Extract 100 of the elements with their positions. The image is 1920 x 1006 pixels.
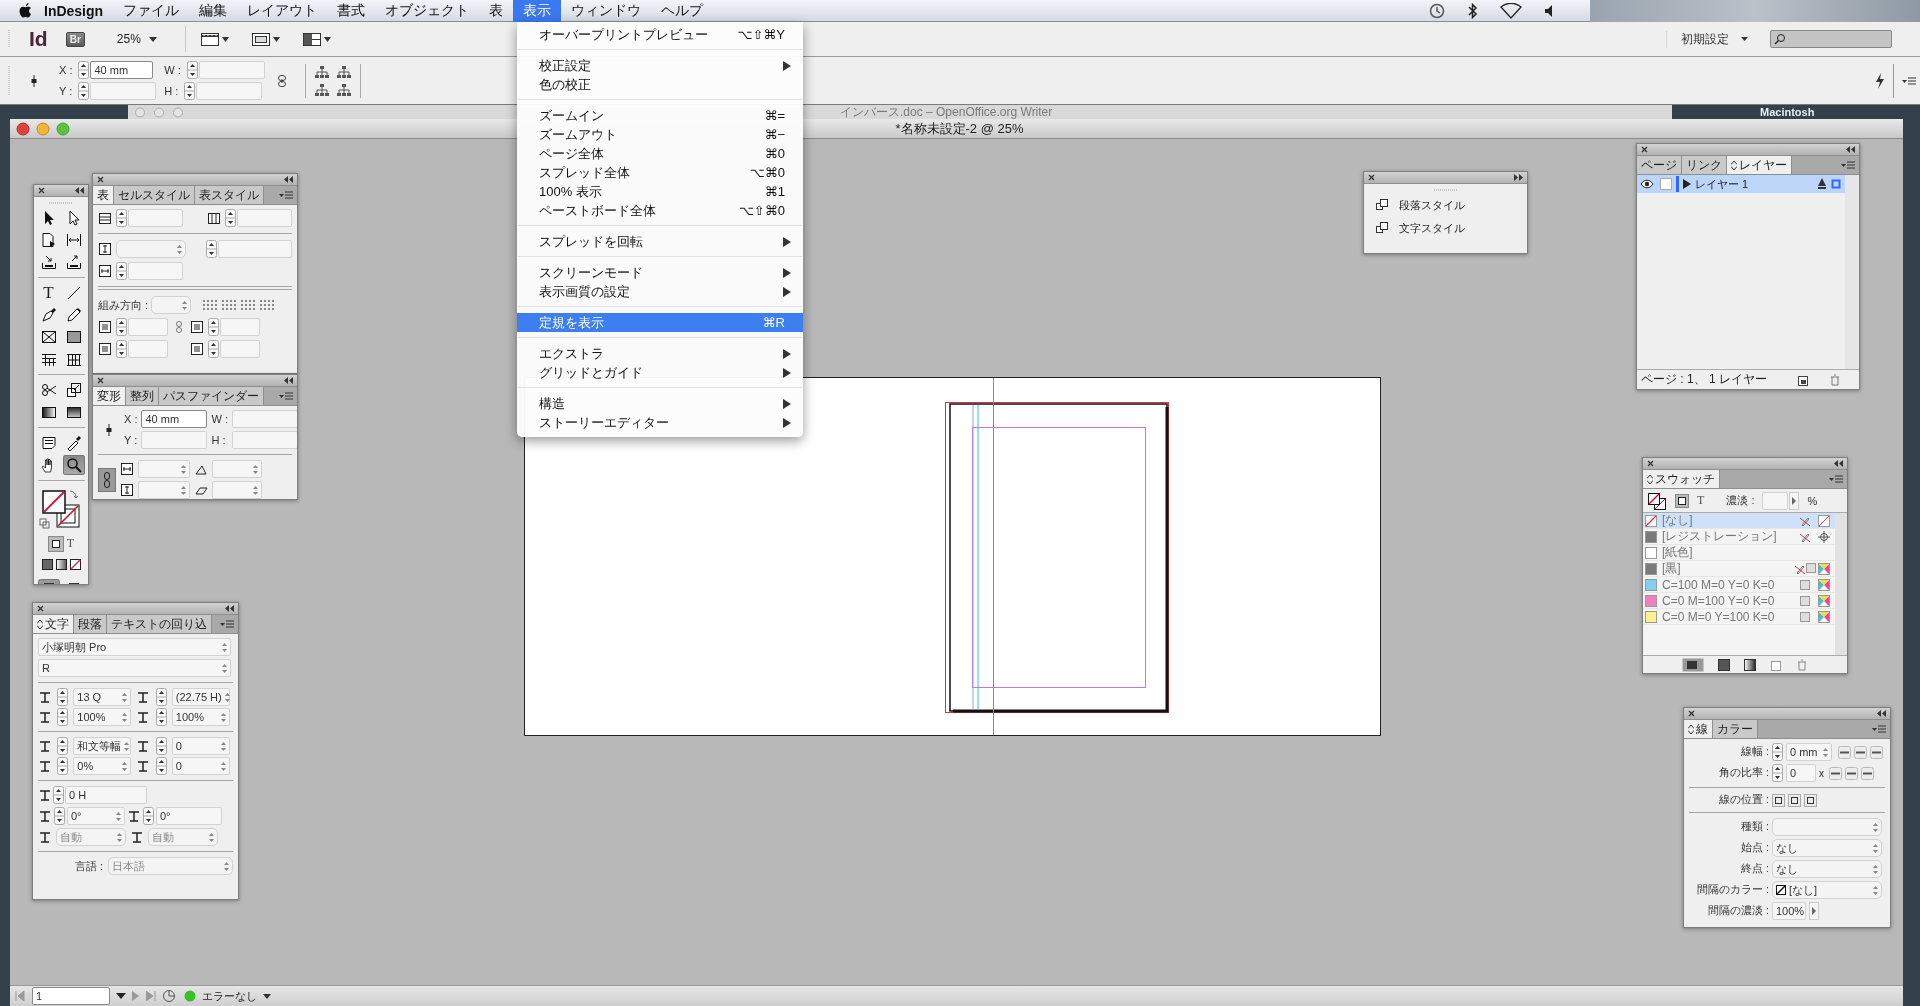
- new-swatch-icon[interactable]: [1770, 658, 1782, 671]
- input-field[interactable]: なし: [1772, 860, 1882, 878]
- input-field[interactable]: 100%: [1772, 902, 1806, 920]
- arrange-button[interactable]: [301, 30, 331, 48]
- close-icon[interactable]: [97, 176, 104, 183]
- input-field[interactable]: [220, 340, 260, 358]
- style-button[interactable]: 文字スタイル: [1399, 220, 1465, 236]
- container-format-icon[interactable]: [47, 536, 64, 552]
- close-icon[interactable]: [1368, 174, 1375, 181]
- stepper[interactable]: [57, 688, 69, 706]
- input-field[interactable]: 0 H: [65, 786, 147, 804]
- collapse-icon[interactable]: [284, 176, 293, 183]
- stepper[interactable]: [155, 737, 167, 755]
- stepper[interactable]: [206, 240, 217, 258]
- collapse-icon[interactable]: [225, 605, 234, 612]
- stepper[interactable]: [57, 708, 69, 726]
- menu-bar-item[interactable]: レイアウト: [237, 0, 328, 22]
- menu-item[interactable]: 色の校正: [517, 75, 803, 94]
- view-options-button[interactable]: [199, 30, 229, 48]
- panel-menu-icon[interactable]: [279, 392, 293, 400]
- stepper[interactable]: [1772, 743, 1783, 761]
- input-field[interactable]: 0: [171, 757, 230, 775]
- input-field[interactable]: [231, 431, 297, 449]
- panel-tab[interactable]: パスファインダー: [159, 387, 264, 405]
- collapse-icon[interactable]: [284, 377, 293, 384]
- panel-tab[interactable]: リンク: [1682, 156, 1727, 174]
- lightning-icon[interactable]: [1875, 72, 1885, 89]
- page-number-field[interactable]: 1: [32, 987, 110, 1005]
- menu-bar-item[interactable]: ファイル: [113, 0, 190, 22]
- input-field[interactable]: なし: [1772, 839, 1882, 857]
- menu-bar-item[interactable]: InDesign: [34, 0, 114, 22]
- panel-menu-icon[interactable]: [279, 191, 293, 199]
- menu-item[interactable]: 表示画質の設定: [517, 282, 803, 301]
- panel-tab[interactable]: スウォッチ: [1643, 470, 1720, 488]
- style-button[interactable]: 段落スタイル: [1399, 197, 1465, 213]
- panel-tab[interactable]: カラー: [1713, 720, 1758, 738]
- stepper[interactable]: [155, 757, 167, 775]
- dropdown-icon[interactable]: [116, 993, 126, 999]
- cap-icon[interactable]: [1838, 745, 1851, 759]
- swatch-row[interactable]: [黒]: [1643, 561, 1835, 577]
- input-field[interactable]: [138, 481, 190, 499]
- swatch-row[interactable]: [紙色]: [1643, 545, 1835, 561]
- collapse-icon[interactable]: [75, 187, 84, 194]
- input-field[interactable]: 100%: [171, 708, 230, 726]
- stepper[interactable]: [184, 82, 196, 100]
- menu-bar-item[interactable]: 表: [479, 0, 514, 22]
- menu-item[interactable]: ペーストボード全体 ⌥⇧⌘0: [517, 201, 803, 220]
- input-field[interactable]: 40 mm: [90, 61, 154, 79]
- menu-item[interactable]: グリッドとガイド: [517, 363, 803, 382]
- eye-icon[interactable]: [1640, 179, 1654, 189]
- input-field[interactable]: (22.75 H): [171, 688, 230, 706]
- stepper[interactable]: [57, 737, 69, 755]
- stepper[interactable]: [78, 61, 90, 79]
- menu-bar-item[interactable]: ウィンドウ: [561, 0, 652, 22]
- stepper[interactable]: [1772, 764, 1783, 782]
- cap-icon[interactable]: [1854, 745, 1867, 759]
- input-field[interactable]: 0°: [67, 807, 125, 825]
- collapse-icon[interactable]: [1846, 146, 1855, 153]
- stepper[interactable]: [208, 340, 219, 358]
- speaker-icon[interactable]: [1544, 3, 1554, 18]
- input-field[interactable]: 0°: [156, 807, 222, 825]
- input-field[interactable]: 0: [171, 737, 230, 755]
- align-center-icon[interactable]: [1772, 793, 1785, 807]
- input-field[interactable]: 0: [1786, 764, 1816, 782]
- join-icon[interactable]: [1829, 766, 1842, 780]
- show-colors-icon[interactable]: [1718, 658, 1730, 671]
- panel-menu-icon[interactable]: [1872, 725, 1886, 733]
- menu-item[interactable]: スクリーンモード: [517, 263, 803, 282]
- close-icon[interactable]: [97, 377, 104, 384]
- layer-row[interactable]: レイヤー 1: [1637, 175, 1845, 193]
- input-field[interactable]: [212, 460, 262, 478]
- menu-bar-item[interactable]: 表示: [513, 0, 562, 22]
- stepper[interactable]: [186, 61, 198, 79]
- menu-item[interactable]: 定規を表示 ⌘R: [517, 313, 803, 332]
- menu-item[interactable]: オーバープリントプレビュー ⌥⇧⌘Y: [517, 25, 803, 44]
- input-field[interactable]: [231, 410, 297, 428]
- close-icon[interactable]: [37, 605, 44, 612]
- hierarchy-prev-icon[interactable]: [335, 82, 352, 97]
- preflight-icon[interactable]: [162, 989, 178, 1003]
- collapse-icon[interactable]: [1834, 460, 1843, 467]
- color-dropdown[interactable]: [なし]: [1772, 881, 1882, 899]
- panel-tab[interactable]: ページ: [1637, 156, 1682, 174]
- input-field[interactable]: [90, 82, 157, 100]
- font-style-dropdown[interactable]: R: [38, 659, 231, 677]
- swatch-row[interactable]: C=100 M=0 Y=0 K=0: [1643, 577, 1835, 593]
- menu-item[interactable]: ストーリーエディター: [517, 413, 803, 432]
- expand-icon[interactable]: [1514, 174, 1523, 181]
- dropdown-icon[interactable]: [263, 993, 271, 999]
- menu-item[interactable]: エクストラ: [517, 344, 803, 363]
- panel-tab[interactable]: 変形: [93, 387, 126, 405]
- stepper[interactable]: [78, 82, 90, 100]
- input-field[interactable]: [138, 460, 190, 478]
- menu-item[interactable]: スプレッド全体 ⌥⌘0: [517, 163, 803, 182]
- apply-color-icon[interactable]: [41, 559, 53, 570]
- type-tool[interactable]: T: [37, 283, 60, 303]
- collapse-icon[interactable]: [1877, 710, 1886, 717]
- search-field[interactable]: [1770, 30, 1892, 48]
- swatch-row[interactable]: [レジストレーション]: [1643, 529, 1835, 545]
- hierarchy-up-icon[interactable]: [313, 64, 330, 79]
- workspace-dropdown[interactable]: 初期設定: [1666, 30, 1762, 48]
